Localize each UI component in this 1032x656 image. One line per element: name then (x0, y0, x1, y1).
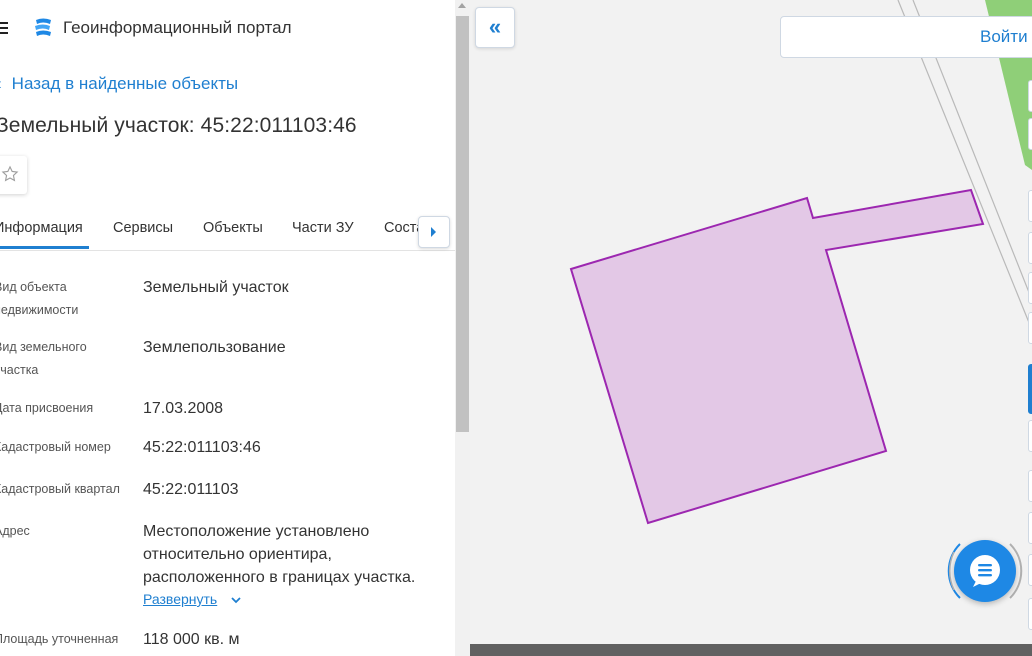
field-label: Дата присвоения (0, 401, 94, 415)
object-title: Земельный участок: 45:22:011103:46 (0, 114, 357, 137)
field-label: Кадастровый номер (0, 440, 111, 454)
map-tool-button[interactable] (1028, 190, 1032, 222)
field-label: Кадастровый квартал (0, 482, 120, 496)
map-tool-button-active[interactable] (1028, 364, 1032, 414)
triangle-right-icon (431, 227, 436, 237)
tab-services[interactable]: Сервисы (113, 220, 173, 236)
tab-information[interactable]: Информация (0, 220, 83, 236)
star-icon (1, 165, 19, 182)
favorite-button[interactable] (0, 156, 27, 194)
field-label: Вид объекта недвижимости (0, 280, 79, 317)
map-status-bar (470, 644, 1032, 656)
expand-link[interactable]: Развернуть (143, 591, 217, 607)
hamburger-icon[interactable] (0, 22, 8, 34)
tab-bar: Информация Сервисы Объекты Части ЗУ Сост… (0, 208, 455, 251)
map-tool-button[interactable] (1028, 312, 1032, 344)
portal-logo-icon (33, 17, 53, 44)
tab-parcel-parts[interactable]: Части ЗУ (292, 220, 354, 236)
tabs-scroll-right-button[interactable] (418, 216, 450, 248)
chevron-left-icon: ‹ (0, 74, 2, 94)
chat-button[interactable] (954, 540, 1016, 602)
parcel-polygon[interactable] (569, 188, 985, 525)
map-tool-button[interactable] (1028, 118, 1032, 150)
field-label: Адрес (0, 524, 30, 538)
map-tool-button[interactable] (1028, 420, 1032, 452)
field-value: 118 000 кв. м (143, 631, 240, 648)
collapse-panel-button[interactable]: « (475, 7, 515, 48)
chevron-down-icon (231, 591, 241, 609)
field-value: 45:22:011103 (143, 481, 239, 498)
login-button[interactable]: Войти (780, 16, 1032, 58)
chat-icon (970, 555, 1000, 587)
scroll-thumb[interactable] (456, 16, 469, 432)
field-label: Вид земельного участка (0, 340, 87, 377)
field-value: 17.03.2008 (143, 400, 224, 417)
field-value: Земельный участок (143, 279, 289, 296)
back-link-label: Назад в найденные объекты (11, 74, 239, 93)
field-value: 45:22:011103:46 (143, 439, 261, 456)
panel-scrollbar[interactable] (455, 0, 470, 656)
address-expand[interactable]: Развернуть (143, 591, 241, 609)
map-tool-button[interactable] (1028, 232, 1032, 264)
map-tool-button[interactable] (1028, 80, 1032, 112)
map-view[interactable]: « Войти (470, 0, 1032, 656)
login-label: Войти (980, 27, 1028, 46)
scroll-up-arrow-icon[interactable] (458, 3, 466, 8)
app-title: Геоинформационный портал (63, 18, 292, 37)
tab-objects[interactable]: Объекты (203, 220, 263, 236)
map-tool-button[interactable] (1028, 272, 1032, 304)
field-value: Местоположение установлено относительно … (143, 523, 416, 586)
info-panel: Геоинформационный портал ‹ Назад в найден… (0, 0, 455, 656)
field-value: Землепользование (143, 339, 286, 356)
active-tab-indicator (0, 246, 89, 249)
back-to-results-link[interactable]: ‹ Назад в найденные объекты (0, 74, 238, 94)
field-label: Площадь уточненная (0, 632, 119, 646)
map-tool-button[interactable] (1028, 470, 1032, 502)
